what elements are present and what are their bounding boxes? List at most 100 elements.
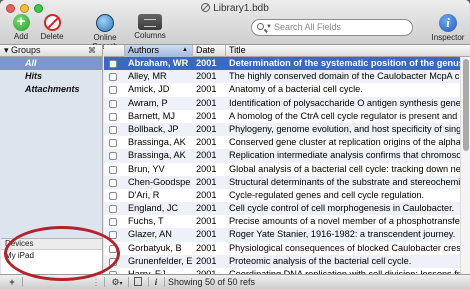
sort-ascending-icon: ▲ bbox=[182, 47, 188, 53]
search-field[interactable]: ▼ Search All Fields bbox=[251, 19, 413, 36]
table-body: Abraham, WR 2001 Determination of the syst… bbox=[104, 57, 460, 274]
group-item-hits[interactable]: Hits bbox=[0, 70, 102, 83]
date-cell: 2001 bbox=[196, 84, 217, 95]
table-row[interactable]: Awram, P 2001 Identification of polysaccha… bbox=[104, 96, 460, 110]
author-cell: D'Ari, R bbox=[128, 189, 160, 200]
add-group-button[interactable]: + bbox=[4, 275, 20, 289]
disclosure-triangle-icon[interactable]: ▾ bbox=[4, 45, 9, 55]
row-checkbox[interactable] bbox=[109, 99, 117, 108]
date-cell: 2001 bbox=[196, 255, 217, 266]
inspector-button[interactable]: i Inspector bbox=[428, 14, 468, 42]
devices-header: Devices bbox=[1, 239, 102, 250]
table-header: Authors ▲ Date Title bbox=[104, 45, 470, 57]
title-cell: Global analysis of a bacterial cell cycl… bbox=[229, 163, 460, 174]
action-menu-button[interactable]: ⚙▾ bbox=[108, 275, 126, 289]
title-cell: Structural determinants of the substrate… bbox=[229, 176, 460, 187]
date-cell: 2001 bbox=[196, 97, 217, 108]
table-row[interactable]: Barnett, MJ 2001 A homolog of the CtrA cel… bbox=[104, 110, 460, 123]
date-cell: 2001 bbox=[196, 123, 217, 134]
splitter-handle-icon[interactable]: ⋮ bbox=[91, 275, 101, 289]
row-checkbox[interactable] bbox=[109, 205, 117, 214]
group-item-all[interactable]: All bbox=[0, 57, 102, 70]
row-checkbox[interactable] bbox=[109, 231, 117, 240]
date-cell: 2001 bbox=[196, 203, 217, 214]
devices-pane: Devices My iPad bbox=[1, 238, 102, 274]
search-icon bbox=[257, 23, 264, 30]
globe-icon bbox=[96, 14, 114, 32]
window-title: Library1.bdb bbox=[0, 3, 470, 14]
inspector-label: Inspector bbox=[431, 33, 465, 42]
title-column-header[interactable]: Title bbox=[225, 45, 470, 57]
date-cell: 2001 bbox=[196, 229, 217, 240]
table-row[interactable]: Amick, JD 2001 Anatomy of a bacterial cell… bbox=[104, 83, 460, 96]
row-checkbox[interactable] bbox=[109, 86, 117, 95]
device-item-my-ipad[interactable]: My iPad bbox=[1, 250, 102, 262]
date-cell: 2001 bbox=[196, 58, 217, 68]
date-column-header[interactable]: Date bbox=[192, 45, 225, 57]
row-checkbox[interactable] bbox=[109, 73, 117, 82]
table-row[interactable]: Bollback, JP 2001 Phylogeny, genome evolut… bbox=[104, 122, 460, 137]
row-checkbox[interactable] bbox=[109, 165, 117, 174]
table-row[interactable]: Brassinga, AK 2001 Replication intermediat… bbox=[104, 149, 460, 163]
author-cell: England, JC bbox=[128, 203, 179, 214]
search-placeholder: Search All Fields bbox=[274, 22, 342, 32]
table-row[interactable]: Grunenfelder, E 2001 Proteomic analysis of… bbox=[104, 254, 460, 268]
author-cell: Chen-Goodspe bbox=[128, 176, 191, 187]
group-item-attachments[interactable]: Attachments bbox=[0, 83, 102, 96]
title-cell: A homolog of the CtrA cell cycle regulat… bbox=[229, 110, 460, 121]
info-icon[interactable]: i bbox=[150, 275, 162, 289]
row-checkbox[interactable] bbox=[109, 257, 117, 266]
checkbox-column-header[interactable] bbox=[104, 45, 124, 57]
author-cell: Amick, JD bbox=[128, 84, 170, 95]
delete-button[interactable]: Delete bbox=[36, 14, 68, 41]
authors-column-header[interactable]: Authors ▲ bbox=[124, 45, 192, 57]
edit-note-button[interactable] bbox=[131, 275, 145, 289]
row-checkbox[interactable] bbox=[109, 152, 117, 161]
gear-icon: ⚙ bbox=[111, 277, 120, 287]
scrollbar-thumb[interactable] bbox=[463, 59, 469, 151]
table-row[interactable]: Fuchs, T 2001 Precise amounts of a novel m… bbox=[104, 215, 460, 228]
author-cell: Glazer, AN bbox=[128, 229, 172, 240]
vertical-scrollbar[interactable] bbox=[460, 57, 470, 274]
title-cell: Anatomy of a bacterial cell cycle. bbox=[229, 84, 363, 95]
search-menu-chevron-icon[interactable]: ▼ bbox=[266, 20, 272, 35]
title-cell: Replication intermediate analysis confir… bbox=[229, 150, 460, 161]
table-row[interactable]: Brassinga, AK 2001 Conserved gene cluster … bbox=[104, 136, 460, 149]
title-cell: Precise amounts of a novel member of a p… bbox=[229, 216, 460, 227]
table-row[interactable]: Gorbatyuk, B 2001 Physiological consequenc… bbox=[104, 242, 460, 255]
date-cell: 2001 bbox=[196, 163, 217, 174]
row-checkbox[interactable] bbox=[109, 112, 117, 121]
groups-header[interactable]: ▾ Groups ⌘ bbox=[0, 45, 102, 57]
groups-header-label: Groups bbox=[11, 45, 41, 55]
table-row[interactable]: Brun, YV 2001 Global analysis of a bacteri… bbox=[104, 163, 460, 176]
table-row[interactable]: Alley, MR 2001 The highly conserved domain… bbox=[104, 70, 460, 84]
title-cell: Cycle-regulated genes and cell cycle reg… bbox=[229, 189, 425, 200]
row-checkbox[interactable] bbox=[109, 191, 117, 200]
library-icon bbox=[201, 3, 211, 12]
table-row[interactable]: England, JC 2001 Cell cycle control of cel… bbox=[104, 202, 460, 216]
author-cell: Barnett, MJ bbox=[128, 110, 175, 121]
row-checkbox[interactable] bbox=[109, 244, 117, 253]
row-checkbox[interactable] bbox=[109, 125, 117, 134]
title-cell: The highly conserved domain of the Caulo… bbox=[229, 71, 460, 82]
row-checkbox[interactable] bbox=[109, 139, 117, 148]
table-row[interactable]: D'Ari, R 2001 Cycle-regulated genes and ce… bbox=[104, 189, 460, 202]
author-cell: Gorbatyuk, B bbox=[128, 242, 182, 253]
row-checkbox[interactable] bbox=[109, 60, 117, 68]
row-checkbox[interactable] bbox=[109, 218, 117, 227]
author-cell: Alley, MR bbox=[128, 71, 167, 82]
divider bbox=[104, 277, 105, 287]
author-cell: Bollback, JP bbox=[128, 123, 179, 134]
table-row[interactable]: Abraham, WR 2001 Determination of the syst… bbox=[104, 57, 460, 71]
bottom-bar: + ⋮ ⚙▾ i Showing 50 of 50 refs bbox=[0, 274, 470, 289]
date-cell: 2001 bbox=[196, 242, 217, 253]
table-row[interactable]: Chen-Goodspe 2001 Structural determinants … bbox=[104, 175, 460, 189]
toolbar: Library1.bdb + Add Delete Online Search … bbox=[0, 0, 470, 51]
table-row[interactable]: Glazer, AN 2001 Roger Yate Stanier, 1916-1… bbox=[104, 228, 460, 242]
row-checkbox[interactable] bbox=[109, 178, 117, 187]
columns-button[interactable]: Columns bbox=[132, 14, 168, 40]
library-window: Library1.bdb + Add Delete Online Search … bbox=[0, 0, 470, 289]
author-cell: Brassinga, AK bbox=[128, 150, 186, 161]
add-button[interactable]: + Add bbox=[6, 14, 36, 41]
author-cell: Fuchs, T bbox=[128, 216, 164, 227]
